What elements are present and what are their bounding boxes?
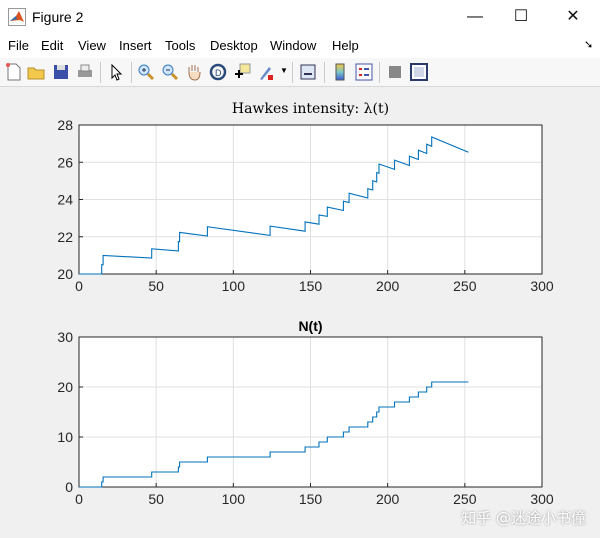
menu-bar: File Edit View Insert Tools Desktop Wind… [0,34,600,58]
hide-plot-tools-icon[interactable] [385,62,405,82]
pan-icon[interactable] [184,62,204,82]
window-title: Figure 2 [32,9,84,25]
dock-arrow-icon[interactable]: ➘ [584,38,593,51]
chart-title: Hawkes intensity: λ(t) [232,101,389,117]
title-bar: Figure 2 — ☐ ✕ [0,0,600,35]
toolbar-separator [131,62,132,83]
y-tick-label: 20 [57,266,73,282]
legend-icon[interactable] [354,62,374,82]
x-tick-label: 150 [299,278,323,294]
brush-dropdown-icon[interactable]: ▼ [280,66,288,75]
x-tick-label: 0 [75,278,83,294]
save-icon[interactable] [51,62,71,82]
y-tick-label: 30 [57,329,73,345]
link-plot-icon[interactable] [298,62,318,82]
brush-icon[interactable] [256,62,276,82]
y-tick-label: 28 [57,117,73,133]
toolbar: D ▼ [0,58,600,87]
x-tick-label: 100 [222,491,246,507]
zoom-in-icon[interactable] [136,62,156,82]
print-icon[interactable] [75,62,95,82]
y-tick-label: 26 [57,154,73,170]
data-cursor-icon[interactable] [232,62,252,82]
colorbar-icon[interactable] [330,62,350,82]
menu-help[interactable]: Help [332,38,359,53]
zoom-out-icon[interactable] [160,62,180,82]
pointer-icon[interactable] [106,62,126,82]
show-plot-tools-icon[interactable] [409,62,429,82]
y-tick-label: 24 [57,192,73,208]
minimize-button[interactable]: — [452,0,498,34]
x-tick-label: 150 [299,491,323,507]
menu-insert[interactable]: Insert [119,38,152,53]
chart-title: N(t) [298,318,322,334]
new-figure-icon[interactable] [4,62,24,82]
x-tick-label: 50 [148,491,164,507]
y-tick-label: 22 [57,229,73,245]
x-tick-label: 0 [75,491,83,507]
toolbar-separator [292,62,293,83]
menu-desktop[interactable]: Desktop [210,38,258,53]
menu-file[interactable]: File [8,38,29,53]
y-tick-label: 0 [65,479,73,495]
maximize-button[interactable]: ☐ [498,0,544,34]
y-tick-label: 20 [57,379,73,395]
figure-canvas: 0 50 100 150 200 250 3002022242628Hawkes inten… [57,101,554,507]
x-tick-label: 200 [376,491,400,507]
toolbar-separator [379,62,380,83]
y-tick-label: 10 [57,429,73,445]
menu-edit[interactable]: Edit [41,38,63,53]
toolbar-separator [100,62,101,83]
svg-text:D: D [215,68,222,78]
close-button[interactable]: ✕ [550,0,596,34]
x-tick-label: 50 [148,278,164,294]
menu-view[interactable]: View [78,38,106,53]
x-tick-label: 200 [376,278,400,294]
x-tick-label: 100 [222,278,246,294]
x-tick-label: 250 [453,491,477,507]
x-tick-label: 250 [453,278,477,294]
rotate-3d-icon[interactable]: D [208,62,228,82]
x-tick-label: 300 [530,491,554,507]
toolbar-separator [324,62,325,83]
menu-window[interactable]: Window [270,38,316,53]
matlab-logo-icon [8,8,26,26]
watermark: 知乎 @迷途小书僮 [461,509,586,527]
x-tick-label: 300 [530,278,554,294]
menu-tools[interactable]: Tools [165,38,195,53]
open-file-icon[interactable] [26,62,46,82]
